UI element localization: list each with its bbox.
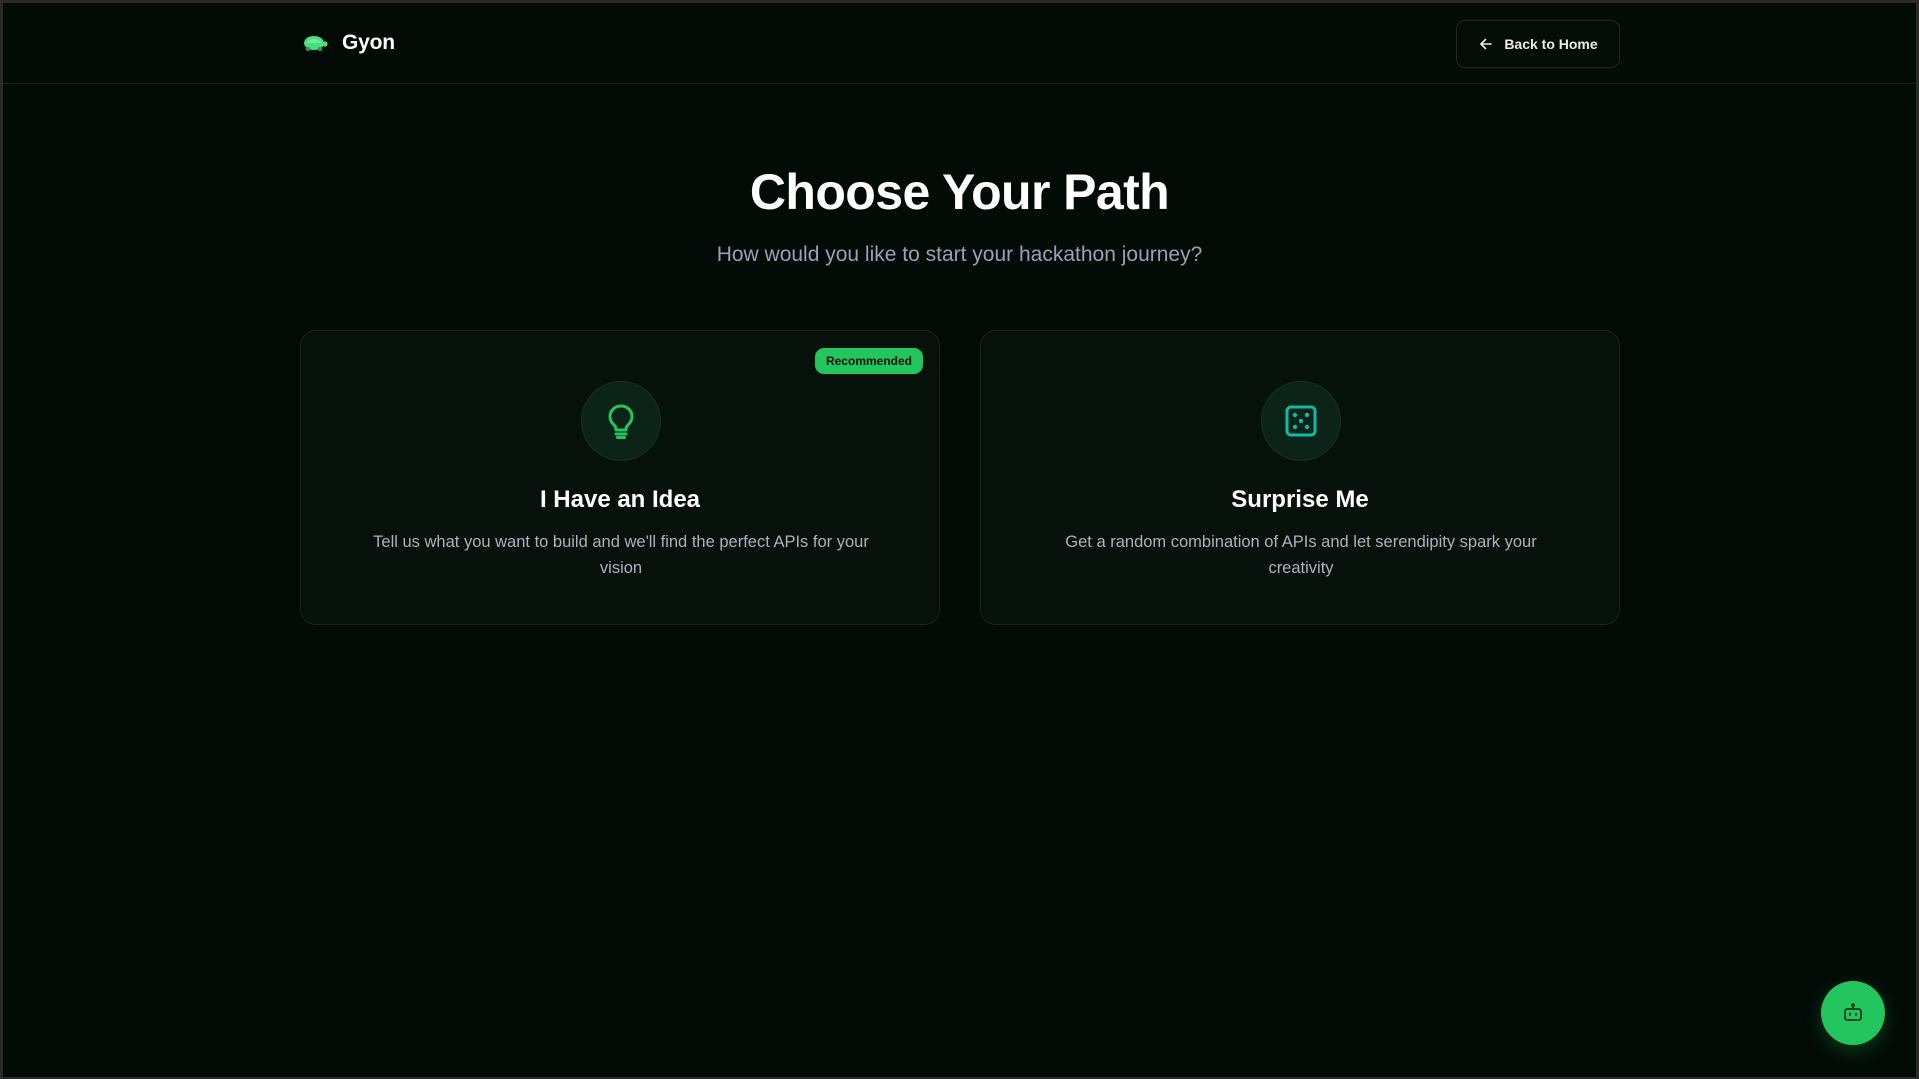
back-to-home-label: Back to Home bbox=[1504, 36, 1598, 52]
top-header: Gyon Back to Home bbox=[3, 3, 1916, 84]
option-card-idea[interactable]: Recommended I Have an Idea Tell us what … bbox=[300, 330, 940, 625]
option-description: Get a random combination of APIs and let… bbox=[1065, 533, 1537, 577]
dice-icon bbox=[1285, 405, 1317, 437]
page-subtitle: How would you like to start your hackath… bbox=[716, 243, 1203, 266]
chat-assistant-button[interactable] bbox=[1821, 981, 1885, 1045]
option-card-surprise[interactable]: Surprise Me Get a random combination of … bbox=[980, 330, 1620, 625]
brand[interactable]: Gyon bbox=[300, 31, 395, 55]
brand-name: Gyon bbox=[342, 31, 395, 54]
recommended-badge: Recommended bbox=[814, 348, 923, 374]
page-title: Choose Your Path bbox=[749, 164, 1170, 220]
turtle-logo-icon bbox=[304, 36, 328, 51]
lightbulb-icon bbox=[608, 404, 634, 439]
option-title: I Have an Idea bbox=[539, 486, 701, 513]
bot-icon bbox=[1844, 1003, 1862, 1021]
option-icon-wrapper bbox=[1261, 381, 1341, 461]
arrow-left-icon bbox=[1480, 38, 1493, 50]
option-title: Surprise Me bbox=[1231, 486, 1369, 513]
option-description: Tell us what you want to build and we'll… bbox=[373, 533, 869, 577]
back-to-home-button[interactable]: Back to Home bbox=[1456, 20, 1620, 68]
app-window: Gyon Back to Home Choose Your Path How w… bbox=[3, 3, 1916, 1077]
option-icon-wrapper bbox=[581, 381, 661, 461]
